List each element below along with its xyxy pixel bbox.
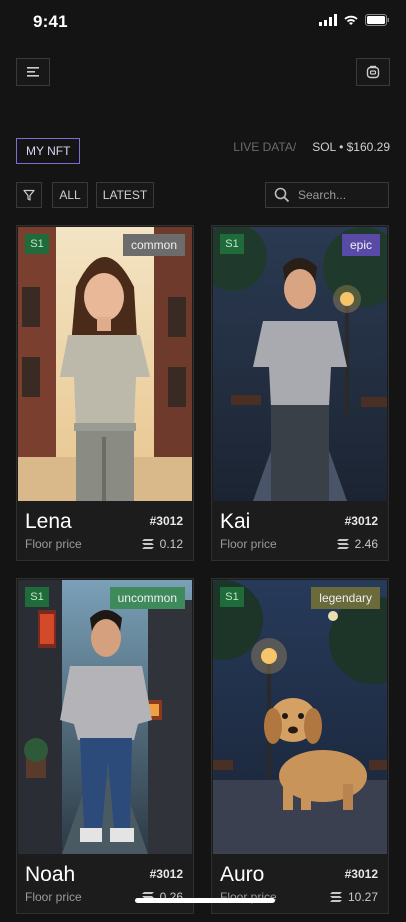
season-badge: S1 <box>25 587 49 607</box>
floor-price-label: Floor price <box>25 890 82 904</box>
filter-all[interactable]: ALL <box>52 182 88 208</box>
nft-image <box>213 580 387 854</box>
status-time: 9:41 <box>33 12 68 31</box>
sol-price: SOL • $160.29 <box>312 140 390 154</box>
solana-icon <box>141 539 154 549</box>
wifi-icon <box>344 15 358 25</box>
tab-my-nft[interactable]: MY NFT <box>16 138 81 164</box>
menu-icon <box>27 67 39 77</box>
search-box[interactable] <box>265 182 389 208</box>
floor-price-value: 10.27 <box>347 890 378 904</box>
search-icon <box>274 187 290 203</box>
cellular-signal-icon <box>319 14 337 26</box>
nft-card-lena[interactable]: S1 common Lena #3012 Floor price 0.12 <box>16 225 194 561</box>
filter-button[interactable] <box>16 182 42 208</box>
wallet-icon <box>366 65 380 79</box>
nft-id: #3012 <box>149 867 183 881</box>
floor-price-label: Floor price <box>220 537 277 551</box>
season-badge: S1 <box>25 234 49 254</box>
live-data: LIVE DATA/ SOL • $160.29 <box>233 140 390 154</box>
status-icons <box>319 14 390 26</box>
nft-card-kai[interactable]: S1 epic Kai #3012 Floor price 2.46 <box>211 225 389 561</box>
floor-price: 0.12 <box>141 537 183 551</box>
nft-image <box>18 580 192 854</box>
nft-name: Auro <box>220 863 265 886</box>
solana-icon <box>336 539 349 549</box>
search-input[interactable] <box>296 187 380 203</box>
floor-price: 2.46 <box>336 537 378 551</box>
nft-id: #3012 <box>344 514 378 528</box>
filter-icon <box>23 189 35 201</box>
live-data-label: LIVE DATA/ <box>233 140 297 154</box>
season-badge: S1 <box>220 587 244 607</box>
rarity-badge: legendary <box>311 587 380 609</box>
nft-id: #3012 <box>149 514 183 528</box>
rarity-badge: uncommon <box>109 587 185 609</box>
nft-name: Kai <box>220 510 251 533</box>
nft-id: #3012 <box>344 867 378 881</box>
solana-icon <box>329 892 342 902</box>
nft-name: Lena <box>25 510 72 533</box>
floor-price-label: Floor price <box>25 537 82 551</box>
floor-price-value: 0.12 <box>159 537 183 551</box>
filter-latest[interactable]: LATEST <box>96 182 154 208</box>
status-bar: 9:41 <box>0 0 406 44</box>
floor-price-value: 2.46 <box>354 537 378 551</box>
rarity-badge: epic <box>341 234 380 256</box>
wallet-button[interactable] <box>356 58 390 86</box>
nft-image <box>18 227 192 501</box>
menu-button[interactable] <box>16 58 50 86</box>
home-indicator[interactable] <box>135 898 275 903</box>
floor-price: 10.27 <box>329 890 378 904</box>
nft-name: Noah <box>25 863 76 886</box>
nft-card-noah[interactable]: S1 uncommon Noah #3012 Floor price 0.26 <box>16 578 194 914</box>
nft-card-auro[interactable]: S1 legendary Auro #3012 Floor price 10.2… <box>211 578 389 914</box>
nft-image <box>213 227 387 501</box>
rarity-badge: common <box>122 234 185 256</box>
battery-icon <box>365 14 389 26</box>
season-badge: S1 <box>220 234 244 254</box>
